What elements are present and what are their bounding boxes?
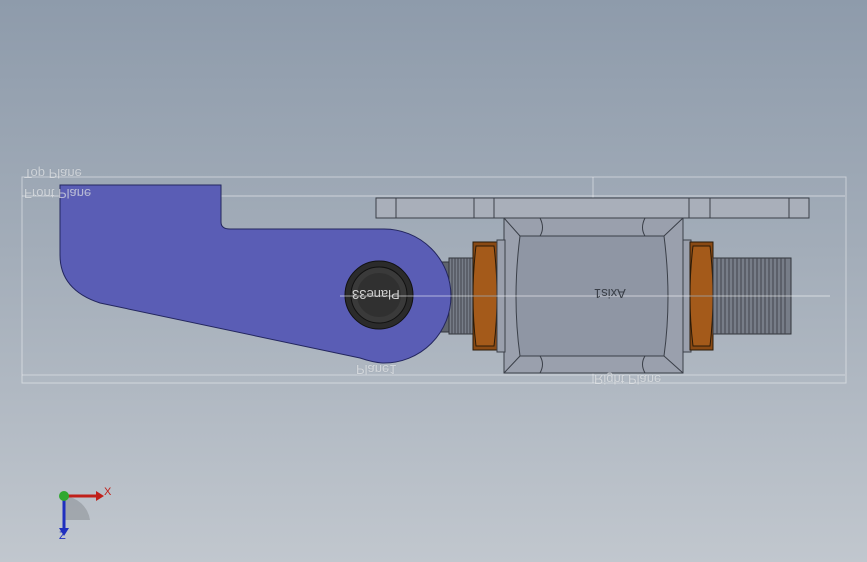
plane1-label[interactable]: Plane1 — [356, 362, 396, 377]
top-plane-label[interactable]: Top Plane — [24, 166, 82, 181]
cad-viewport[interactable]: Top Plane Front Plane Plane1 Right Plane… — [0, 0, 867, 562]
model-drawing — [21, 176, 847, 536]
triad-y-axis — [59, 491, 69, 501]
triad-z-label: Z — [59, 530, 66, 542]
front-plane-label[interactable]: Front Plane — [24, 186, 91, 201]
hole-annotation: Plane33 — [352, 287, 400, 302]
triad-x-label: X — [104, 486, 112, 498]
top-flange-plate[interactable] — [375, 197, 810, 219]
right-plane-label[interactable]: Right Plane — [594, 372, 661, 387]
axis-annotation: Axis1 — [594, 286, 626, 301]
